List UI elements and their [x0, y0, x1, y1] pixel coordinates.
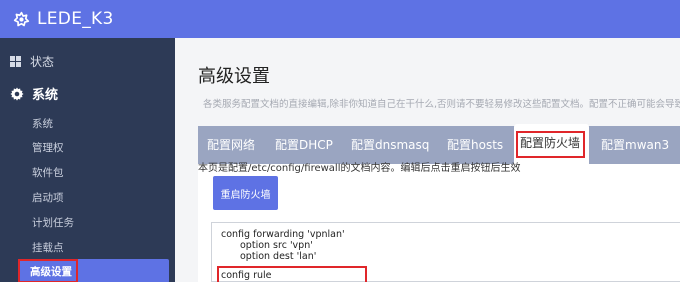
page-description: 各类服务配置文档的直接编辑,除非你知道自己在干什么,否则请不要轻易修改这些配置文… [203, 99, 680, 110]
sidebar-item-label: 状态 [30, 55, 55, 69]
sidebar-subitem-mount-points[interactable]: 挂载点 [32, 240, 64, 255]
brand[interactable]: LEDE_K3 [12, 0, 114, 38]
page-title: 高级设置 [198, 66, 270, 87]
file-hint: 本页是配置/etc/config/firewall的文档内容。编辑后点击重启按钮… [198, 163, 521, 174]
brand-title: LEDE_K3 [37, 9, 114, 29]
main-content: 高级设置 各类服务配置文档的直接编辑,除非你知道自己在干什么,否则请不要轻易修改… [175, 38, 680, 282]
highlight-box [18, 259, 78, 282]
sidebar-subitem-system[interactable]: 系统 [32, 116, 53, 131]
dashboard-icon [10, 56, 21, 67]
sidebar-item-status[interactable]: 状态 [10, 53, 54, 70]
top-header: LEDE_K3 [0, 0, 680, 38]
highlight-box [516, 131, 585, 158]
sidebar-subitem-scheduled-tasks[interactable]: 计划任务 [32, 215, 74, 230]
sidebar-subitem-admin[interactable]: 管理权 [32, 140, 64, 155]
sidebar-subitem-software[interactable]: 软件包 [32, 165, 64, 180]
sidebar-item-label: 系统 [32, 88, 59, 103]
sidebar-item-system[interactable]: 系统 [10, 84, 58, 103]
gear-icon [10, 86, 24, 101]
code-line: option dest 'lan' [240, 251, 317, 262]
sidebar-subitem-startup[interactable]: 启动项 [32, 190, 64, 205]
code-line: option src 'vpn' [240, 240, 313, 251]
code-line: config forwarding 'vpnlan' [221, 229, 345, 240]
lede-logo-icon [12, 10, 30, 28]
tab-mwan3[interactable]: 配置mwan3 [601, 126, 669, 164]
sidebar: 状态 系统 系统 管理权 软件包 启动项 计划任务 挂载点 高级设置 [0, 38, 175, 282]
highlight-box [217, 266, 367, 282]
restart-firewall-button[interactable]: 重启防火墙 [213, 176, 278, 210]
config-editor[interactable]: config forwarding 'vpnlan' option src 'v… [211, 222, 680, 282]
app-root: LEDE_K3 状态 系统 系统 管理权 软件包 启动项 计划任务 挂载点 高级… [0, 0, 680, 282]
